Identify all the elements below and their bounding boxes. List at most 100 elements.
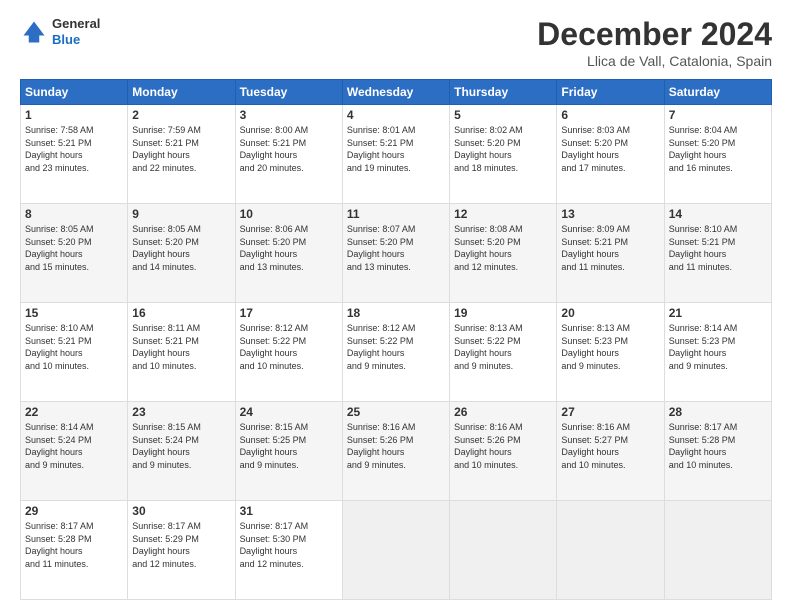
day-info: Sunrise: 8:12 AM Sunset: 5:22 PM Dayligh… xyxy=(347,322,445,372)
calendar-cell: 4 Sunrise: 8:01 AM Sunset: 5:21 PM Dayli… xyxy=(342,105,449,204)
calendar-cell: 17 Sunrise: 8:12 AM Sunset: 5:22 PM Dayl… xyxy=(235,303,342,402)
day-info: Sunrise: 8:08 AM Sunset: 5:20 PM Dayligh… xyxy=(454,223,552,273)
calendar-cell: 26 Sunrise: 8:16 AM Sunset: 5:26 PM Dayl… xyxy=(450,402,557,501)
day-info: Sunrise: 8:11 AM Sunset: 5:21 PM Dayligh… xyxy=(132,322,230,372)
day-header-friday: Friday xyxy=(557,80,664,105)
calendar-cell: 2 Sunrise: 7:59 AM Sunset: 5:21 PM Dayli… xyxy=(128,105,235,204)
day-number: 8 xyxy=(25,207,123,221)
calendar-cell: 13 Sunrise: 8:09 AM Sunset: 5:21 PM Dayl… xyxy=(557,204,664,303)
day-number: 27 xyxy=(561,405,659,419)
calendar-cell xyxy=(557,501,664,600)
day-info: Sunrise: 8:14 AM Sunset: 5:24 PM Dayligh… xyxy=(25,421,123,471)
day-number: 21 xyxy=(669,306,767,320)
calendar-cell: 8 Sunrise: 8:05 AM Sunset: 5:20 PM Dayli… xyxy=(21,204,128,303)
day-number: 9 xyxy=(132,207,230,221)
day-number: 31 xyxy=(240,504,338,518)
day-number: 17 xyxy=(240,306,338,320)
calendar-cell: 15 Sunrise: 8:10 AM Sunset: 5:21 PM Dayl… xyxy=(21,303,128,402)
calendar-cell xyxy=(664,501,771,600)
month-title: December 2024 xyxy=(537,16,772,53)
day-number: 28 xyxy=(669,405,767,419)
day-number: 10 xyxy=(240,207,338,221)
day-number: 30 xyxy=(132,504,230,518)
calendar-cell: 16 Sunrise: 8:11 AM Sunset: 5:21 PM Dayl… xyxy=(128,303,235,402)
day-header-tuesday: Tuesday xyxy=(235,80,342,105)
day-number: 1 xyxy=(25,108,123,122)
day-number: 12 xyxy=(454,207,552,221)
day-number: 11 xyxy=(347,207,445,221)
day-info: Sunrise: 8:16 AM Sunset: 5:26 PM Dayligh… xyxy=(347,421,445,471)
calendar-cell: 31 Sunrise: 8:17 AM Sunset: 5:30 PM Dayl… xyxy=(235,501,342,600)
calendar-cell: 14 Sunrise: 8:10 AM Sunset: 5:21 PM Dayl… xyxy=(664,204,771,303)
calendar-cell: 1 Sunrise: 7:58 AM Sunset: 5:21 PM Dayli… xyxy=(21,105,128,204)
page-header: General Blue December 2024 Llica de Vall… xyxy=(20,16,772,69)
calendar-week-3: 15 Sunrise: 8:10 AM Sunset: 5:21 PM Dayl… xyxy=(21,303,772,402)
calendar-week-1: 1 Sunrise: 7:58 AM Sunset: 5:21 PM Dayli… xyxy=(21,105,772,204)
day-header-sunday: Sunday xyxy=(21,80,128,105)
day-info: Sunrise: 7:58 AM Sunset: 5:21 PM Dayligh… xyxy=(25,124,123,174)
day-number: 16 xyxy=(132,306,230,320)
calendar-cell: 24 Sunrise: 8:15 AM Sunset: 5:25 PM Dayl… xyxy=(235,402,342,501)
location: Llica de Vall, Catalonia, Spain xyxy=(537,53,772,69)
calendar-cell: 20 Sunrise: 8:13 AM Sunset: 5:23 PM Dayl… xyxy=(557,303,664,402)
day-header-monday: Monday xyxy=(128,80,235,105)
day-info: Sunrise: 8:10 AM Sunset: 5:21 PM Dayligh… xyxy=(669,223,767,273)
calendar-cell: 12 Sunrise: 8:08 AM Sunset: 5:20 PM Dayl… xyxy=(450,204,557,303)
logo-text: General Blue xyxy=(52,16,100,47)
day-number: 5 xyxy=(454,108,552,122)
day-number: 26 xyxy=(454,405,552,419)
day-info: Sunrise: 8:13 AM Sunset: 5:22 PM Dayligh… xyxy=(454,322,552,372)
day-number: 2 xyxy=(132,108,230,122)
calendar-cell: 30 Sunrise: 8:17 AM Sunset: 5:29 PM Dayl… xyxy=(128,501,235,600)
calendar-cell: 23 Sunrise: 8:15 AM Sunset: 5:24 PM Dayl… xyxy=(128,402,235,501)
day-info: Sunrise: 8:10 AM Sunset: 5:21 PM Dayligh… xyxy=(25,322,123,372)
day-info: Sunrise: 8:05 AM Sunset: 5:20 PM Dayligh… xyxy=(132,223,230,273)
day-info: Sunrise: 8:05 AM Sunset: 5:20 PM Dayligh… xyxy=(25,223,123,273)
day-info: Sunrise: 8:09 AM Sunset: 5:21 PM Dayligh… xyxy=(561,223,659,273)
calendar-cell xyxy=(342,501,449,600)
logo-blue: Blue xyxy=(52,32,100,48)
calendar-cell: 22 Sunrise: 8:14 AM Sunset: 5:24 PM Dayl… xyxy=(21,402,128,501)
day-info: Sunrise: 8:12 AM Sunset: 5:22 PM Dayligh… xyxy=(240,322,338,372)
day-info: Sunrise: 8:13 AM Sunset: 5:23 PM Dayligh… xyxy=(561,322,659,372)
day-number: 18 xyxy=(347,306,445,320)
calendar-cell: 18 Sunrise: 8:12 AM Sunset: 5:22 PM Dayl… xyxy=(342,303,449,402)
day-info: Sunrise: 8:02 AM Sunset: 5:20 PM Dayligh… xyxy=(454,124,552,174)
day-header-wednesday: Wednesday xyxy=(342,80,449,105)
calendar-cell: 9 Sunrise: 8:05 AM Sunset: 5:20 PM Dayli… xyxy=(128,204,235,303)
calendar-cell xyxy=(450,501,557,600)
calendar-cell: 5 Sunrise: 8:02 AM Sunset: 5:20 PM Dayli… xyxy=(450,105,557,204)
calendar-week-5: 29 Sunrise: 8:17 AM Sunset: 5:28 PM Dayl… xyxy=(21,501,772,600)
day-number: 22 xyxy=(25,405,123,419)
day-number: 7 xyxy=(669,108,767,122)
day-number: 23 xyxy=(132,405,230,419)
calendar-cell: 11 Sunrise: 8:07 AM Sunset: 5:20 PM Dayl… xyxy=(342,204,449,303)
day-info: Sunrise: 8:17 AM Sunset: 5:29 PM Dayligh… xyxy=(132,520,230,570)
day-info: Sunrise: 8:03 AM Sunset: 5:20 PM Dayligh… xyxy=(561,124,659,174)
day-info: Sunrise: 8:17 AM Sunset: 5:28 PM Dayligh… xyxy=(669,421,767,471)
day-number: 19 xyxy=(454,306,552,320)
day-info: Sunrise: 8:17 AM Sunset: 5:30 PM Dayligh… xyxy=(240,520,338,570)
day-header-saturday: Saturday xyxy=(664,80,771,105)
calendar-cell: 19 Sunrise: 8:13 AM Sunset: 5:22 PM Dayl… xyxy=(450,303,557,402)
day-info: Sunrise: 8:06 AM Sunset: 5:20 PM Dayligh… xyxy=(240,223,338,273)
calendar-cell: 7 Sunrise: 8:04 AM Sunset: 5:20 PM Dayli… xyxy=(664,105,771,204)
day-info: Sunrise: 8:16 AM Sunset: 5:26 PM Dayligh… xyxy=(454,421,552,471)
day-number: 6 xyxy=(561,108,659,122)
day-header-thursday: Thursday xyxy=(450,80,557,105)
day-number: 4 xyxy=(347,108,445,122)
calendar-cell: 10 Sunrise: 8:06 AM Sunset: 5:20 PM Dayl… xyxy=(235,204,342,303)
calendar-week-4: 22 Sunrise: 8:14 AM Sunset: 5:24 PM Dayl… xyxy=(21,402,772,501)
calendar-cell: 27 Sunrise: 8:16 AM Sunset: 5:27 PM Dayl… xyxy=(557,402,664,501)
logo-general: General xyxy=(52,16,100,32)
day-number: 13 xyxy=(561,207,659,221)
day-info: Sunrise: 8:00 AM Sunset: 5:21 PM Dayligh… xyxy=(240,124,338,174)
day-info: Sunrise: 8:17 AM Sunset: 5:28 PM Dayligh… xyxy=(25,520,123,570)
logo: General Blue xyxy=(20,16,100,47)
day-info: Sunrise: 8:01 AM Sunset: 5:21 PM Dayligh… xyxy=(347,124,445,174)
calendar-cell: 6 Sunrise: 8:03 AM Sunset: 5:20 PM Dayli… xyxy=(557,105,664,204)
day-number: 24 xyxy=(240,405,338,419)
calendar-cell: 21 Sunrise: 8:14 AM Sunset: 5:23 PM Dayl… xyxy=(664,303,771,402)
day-number: 20 xyxy=(561,306,659,320)
day-number: 15 xyxy=(25,306,123,320)
